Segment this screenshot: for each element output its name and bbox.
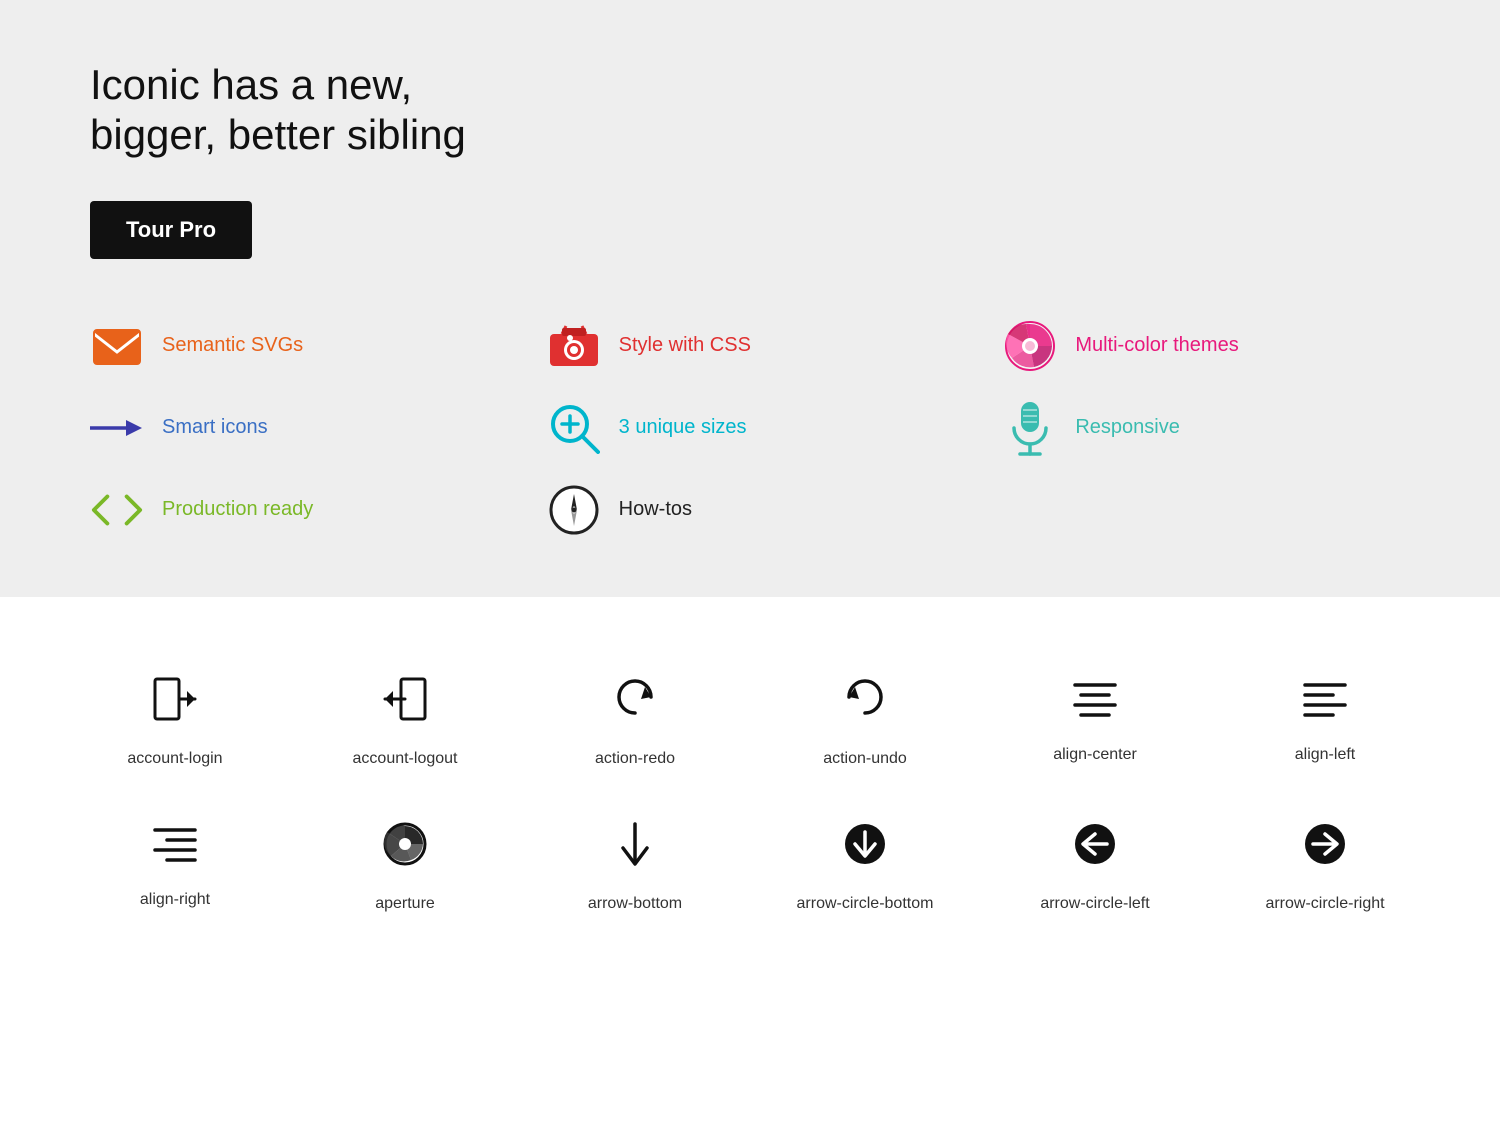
account-login-symbol	[153, 677, 197, 728]
icon-label-align-center: align-center	[1053, 746, 1137, 764]
icon-label-account-login: account-login	[127, 750, 222, 768]
icon-aperture[interactable]: aperture	[290, 792, 520, 937]
icon-label-align-left: align-left	[1295, 746, 1355, 764]
icon-label-align-right: align-right	[140, 891, 210, 909]
icon-account-login[interactable]: account-login	[60, 647, 290, 792]
arrow-right-icon	[90, 401, 144, 455]
hero-title: Iconic has a new, bigger, better sibling	[90, 60, 1420, 161]
search-plus-icon	[547, 401, 601, 455]
feature-unique-sizes: 3 unique sizes	[547, 401, 964, 455]
icon-arrow-circle-left[interactable]: arrow-circle-left	[980, 792, 1210, 937]
aperture-symbol	[383, 822, 427, 873]
feature-how-tos: How-tos	[547, 483, 964, 537]
action-undo-symbol	[843, 677, 887, 728]
align-right-symbol	[153, 826, 197, 869]
icon-label-action-redo: action-redo	[595, 750, 675, 768]
feature-semantic-svgs: Semantic SVGs	[90, 319, 507, 373]
icons-section: account-login account-logout action-redo	[0, 597, 1500, 987]
icon-action-redo[interactable]: action-redo	[520, 647, 750, 792]
icon-arrow-circle-bottom[interactable]: arrow-circle-bottom	[750, 792, 980, 937]
aperture-pink-icon	[1003, 319, 1057, 373]
compass-icon	[547, 483, 601, 537]
icon-label-arrow-circle-bottom: arrow-circle-bottom	[797, 895, 934, 913]
feature-smart-icons: Smart icons	[90, 401, 507, 455]
icon-align-right[interactable]: align-right	[60, 792, 290, 937]
feature-label-smart-icons: Smart icons	[162, 416, 268, 439]
feature-style-css: Style with CSS	[547, 319, 964, 373]
feature-label-style-css: Style with CSS	[619, 334, 751, 357]
arrow-bottom-symbol	[621, 822, 649, 873]
feature-label-semantic-svgs: Semantic SVGs	[162, 334, 303, 357]
camera-icon	[547, 319, 601, 373]
envelope-icon	[90, 319, 144, 373]
feature-label-unique-sizes: 3 unique sizes	[619, 416, 747, 439]
icon-arrow-bottom[interactable]: arrow-bottom	[520, 792, 750, 937]
hero-section: Iconic has a new, bigger, better sibling…	[0, 0, 1500, 597]
icon-align-left[interactable]: align-left	[1210, 647, 1440, 792]
microphone-icon	[1003, 401, 1057, 455]
feature-multicolor: Multi-color themes	[1003, 319, 1420, 373]
arrow-circle-bottom-symbol	[843, 822, 887, 873]
feature-production-ready: Production ready	[90, 483, 507, 537]
feature-label-responsive: Responsive	[1075, 416, 1180, 439]
tour-pro-button[interactable]: Tour Pro	[90, 201, 252, 259]
icon-arrow-circle-right[interactable]: arrow-circle-right	[1210, 792, 1440, 937]
icon-action-undo[interactable]: action-undo	[750, 647, 980, 792]
action-redo-symbol	[613, 677, 657, 728]
icon-label-arrow-circle-right: arrow-circle-right	[1265, 895, 1384, 913]
icons-row-1: account-login account-logout action-redo	[60, 647, 1440, 792]
features-grid: Semantic SVGs Style with CSS	[90, 319, 1420, 537]
align-left-symbol	[1303, 681, 1347, 724]
feature-label-how-tos: How-tos	[619, 498, 692, 521]
account-logout-symbol	[383, 677, 427, 728]
icon-label-account-logout: account-logout	[353, 750, 458, 768]
icon-align-center[interactable]: align-center	[980, 647, 1210, 792]
feature-label-multicolor: Multi-color themes	[1075, 334, 1238, 357]
feature-responsive: Responsive	[1003, 401, 1420, 455]
align-center-symbol	[1073, 681, 1117, 724]
icon-account-logout[interactable]: account-logout	[290, 647, 520, 792]
arrow-circle-right-symbol	[1303, 822, 1347, 873]
feature-label-production-ready: Production ready	[162, 498, 313, 521]
icon-label-arrow-bottom: arrow-bottom	[588, 895, 682, 913]
icon-label-aperture: aperture	[375, 895, 435, 913]
code-icon	[90, 483, 144, 537]
icons-row-2: align-right aperture	[60, 792, 1440, 937]
icon-label-arrow-circle-left: arrow-circle-left	[1040, 895, 1149, 913]
arrow-circle-left-symbol	[1073, 822, 1117, 873]
icon-label-action-undo: action-undo	[823, 750, 907, 768]
